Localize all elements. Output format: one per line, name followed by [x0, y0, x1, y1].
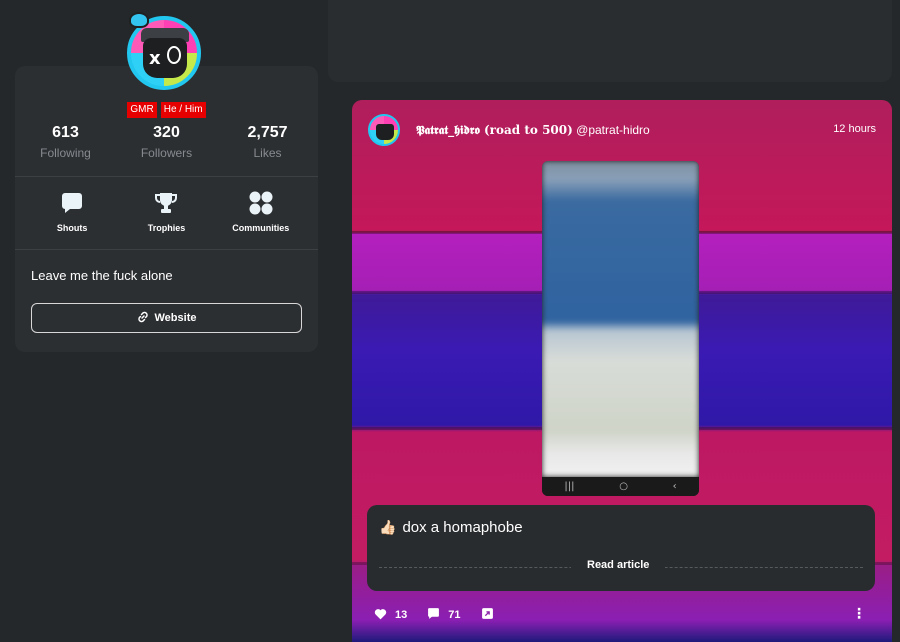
profile-avatar[interactable]: x: [127, 12, 205, 94]
heart-icon: [374, 608, 387, 623]
post-actions: 13 71: [374, 607, 514, 623]
recents-icon: |||: [564, 481, 575, 492]
post-author-name: 𝕻𝖆𝖙𝖗𝖆𝖙_𝖍𝖎𝖉𝖗𝖔 (road to 500): [416, 123, 573, 137]
like-count: 13: [395, 609, 408, 621]
profile-tags: GMR He / Him: [15, 102, 318, 118]
stat-value: 320: [153, 124, 180, 141]
stat-value: 613: [52, 124, 79, 141]
profile-card: GMR He / Him 613 Following 320 Followers…: [15, 66, 318, 352]
article-title-text: dox a homaphobe: [402, 519, 523, 536]
stat-likes[interactable]: 2,757 Likes: [217, 124, 318, 160]
trophy-icon: [121, 190, 211, 216]
grid-circles-icon: [216, 190, 306, 216]
home-icon: ○: [619, 481, 628, 492]
post-author[interactable]: 𝕻𝖆𝖙𝖗𝖆𝖙_𝖍𝖎𝖉𝖗𝖔 (road to 500) @patrat-hidro: [416, 123, 650, 138]
post-card: 𝕻𝖆𝖙𝖗𝖆𝖙_𝖍𝖎𝖉𝖗𝖔 (road to 500) @patrat-hidro…: [352, 100, 892, 642]
stat-following[interactable]: 613 Following: [15, 124, 116, 160]
stat-followers[interactable]: 320 Followers: [116, 124, 217, 160]
comment-count: 71: [448, 609, 461, 621]
link-icon: [137, 311, 149, 326]
post-author-handle: @patrat-hidro: [576, 123, 650, 137]
article-title: 👍🏻 dox a homaphobe: [379, 519, 523, 536]
comment-icon: [427, 607, 440, 623]
phone-nav-bar: ||| ○ ‹: [542, 477, 699, 496]
article-preview[interactable]: 👍🏻 dox a homaphobe Read article: [367, 505, 875, 591]
share-button[interactable]: [481, 607, 494, 623]
pronoun-badge: He / Him: [160, 102, 206, 118]
comment-button[interactable]: 71: [427, 607, 461, 623]
post-timestamp: 12 hours: [833, 123, 876, 135]
communities-label: Communities: [232, 223, 290, 233]
communities-link[interactable]: Communities: [216, 190, 306, 233]
stat-label: Following: [40, 146, 91, 160]
trophies-label: Trophies: [147, 223, 186, 233]
shouts-link[interactable]: Shouts: [27, 190, 117, 233]
avatar-accessory: [129, 12, 149, 28]
like-button[interactable]: 13: [374, 608, 407, 623]
profile-quick-links: Shouts Trophies Communities: [15, 190, 318, 233]
top-panel: [328, 0, 892, 82]
trophies-link[interactable]: Trophies: [121, 190, 211, 233]
website-label: Website: [154, 312, 197, 324]
stat-label: Followers: [140, 146, 193, 160]
profile-bio: Leave me the fuck alone: [31, 268, 173, 283]
read-article-link[interactable]: Read article: [571, 559, 666, 571]
post-author-avatar[interactable]: [368, 114, 400, 146]
website-button[interactable]: Website: [31, 303, 302, 333]
share-icon: [481, 607, 494, 623]
profile-stats: 613 Following 320 Followers 2,757 Likes: [15, 124, 318, 160]
divider: [15, 176, 318, 177]
shouts-label: Shouts: [56, 223, 88, 233]
stat-label: Likes: [253, 146, 282, 160]
tag-badge: GMR: [127, 102, 157, 118]
speech-bubble-icon: [27, 190, 117, 216]
back-icon: ‹: [672, 481, 677, 492]
more-options-icon[interactable]: ⋮: [852, 607, 866, 621]
post-image[interactable]: ||| ○ ‹: [542, 161, 699, 496]
divider: [15, 249, 318, 250]
stat-value: 2,757: [247, 124, 288, 141]
blurred-screenshot: [542, 161, 699, 477]
thumbs-up-icon: 👍🏻: [379, 519, 397, 535]
